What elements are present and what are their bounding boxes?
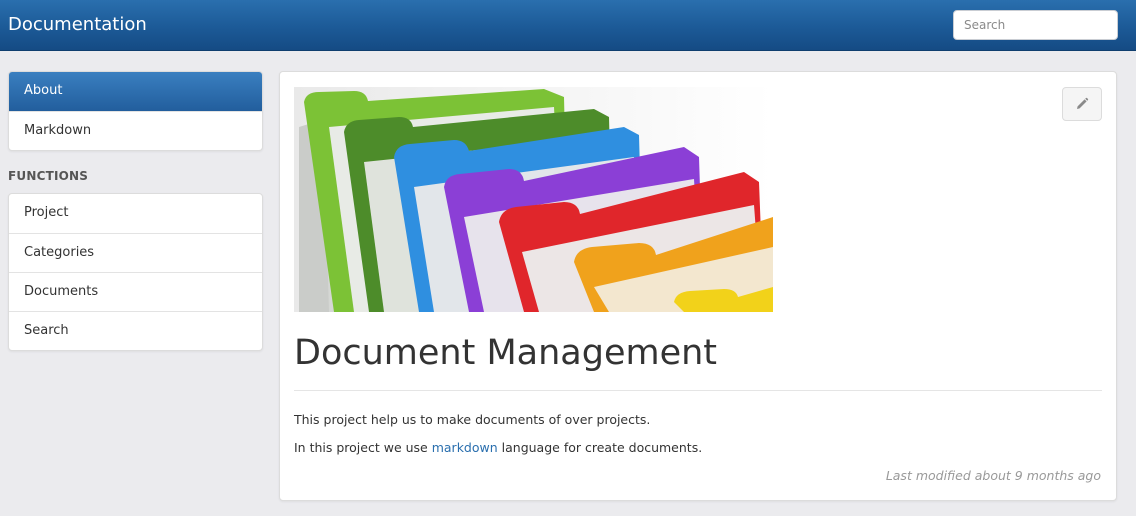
description-paragraph: This project help us to make documents o… [294,412,651,427]
top-navbar: Documentation [0,0,1136,51]
sidebar-item-label: Documents [24,284,99,299]
sidebar-item-categories[interactable]: Categories [9,233,262,272]
title-divider [294,390,1102,391]
markdown-link[interactable]: markdown [432,440,498,455]
last-modified-text: Last modified about 9 months ago [885,468,1101,483]
search-input[interactable] [953,10,1118,40]
sidebar-primary-nav: About Markdown [8,71,263,151]
edit-button[interactable] [1062,87,1102,121]
sidebar-item-label: Categories [24,245,95,260]
pencil-icon [1077,97,1089,109]
banner-image [294,87,773,312]
app-title[interactable]: Documentation [8,13,147,37]
sidebar-item-project[interactable]: Project [9,194,262,233]
sidebar-item-label: Project [24,205,69,220]
sidebar-item-search[interactable]: Search [9,311,262,350]
sidebar-item-label: Markdown [24,123,92,138]
paragraph-text: In this project we use [294,440,432,455]
functions-section-title: FUNCTIONS [8,169,89,183]
sidebar-item-documents[interactable]: Documents [9,272,262,311]
sidebar-item-label: Search [24,323,69,338]
page-title: Document Management [294,333,718,373]
folders-illustration [294,87,773,312]
content-panel: Document Management This project help us… [279,71,1117,501]
sidebar-item-about[interactable]: About [9,72,262,111]
paragraph-text: language for create documents. [497,440,703,455]
sidebar-item-label: About [24,83,63,98]
sidebar-functions-nav: Project Categories Documents Search [8,193,263,351]
markdown-paragraph: In this project we use markdown language… [294,440,702,455]
sidebar-item-markdown[interactable]: Markdown [9,111,262,150]
